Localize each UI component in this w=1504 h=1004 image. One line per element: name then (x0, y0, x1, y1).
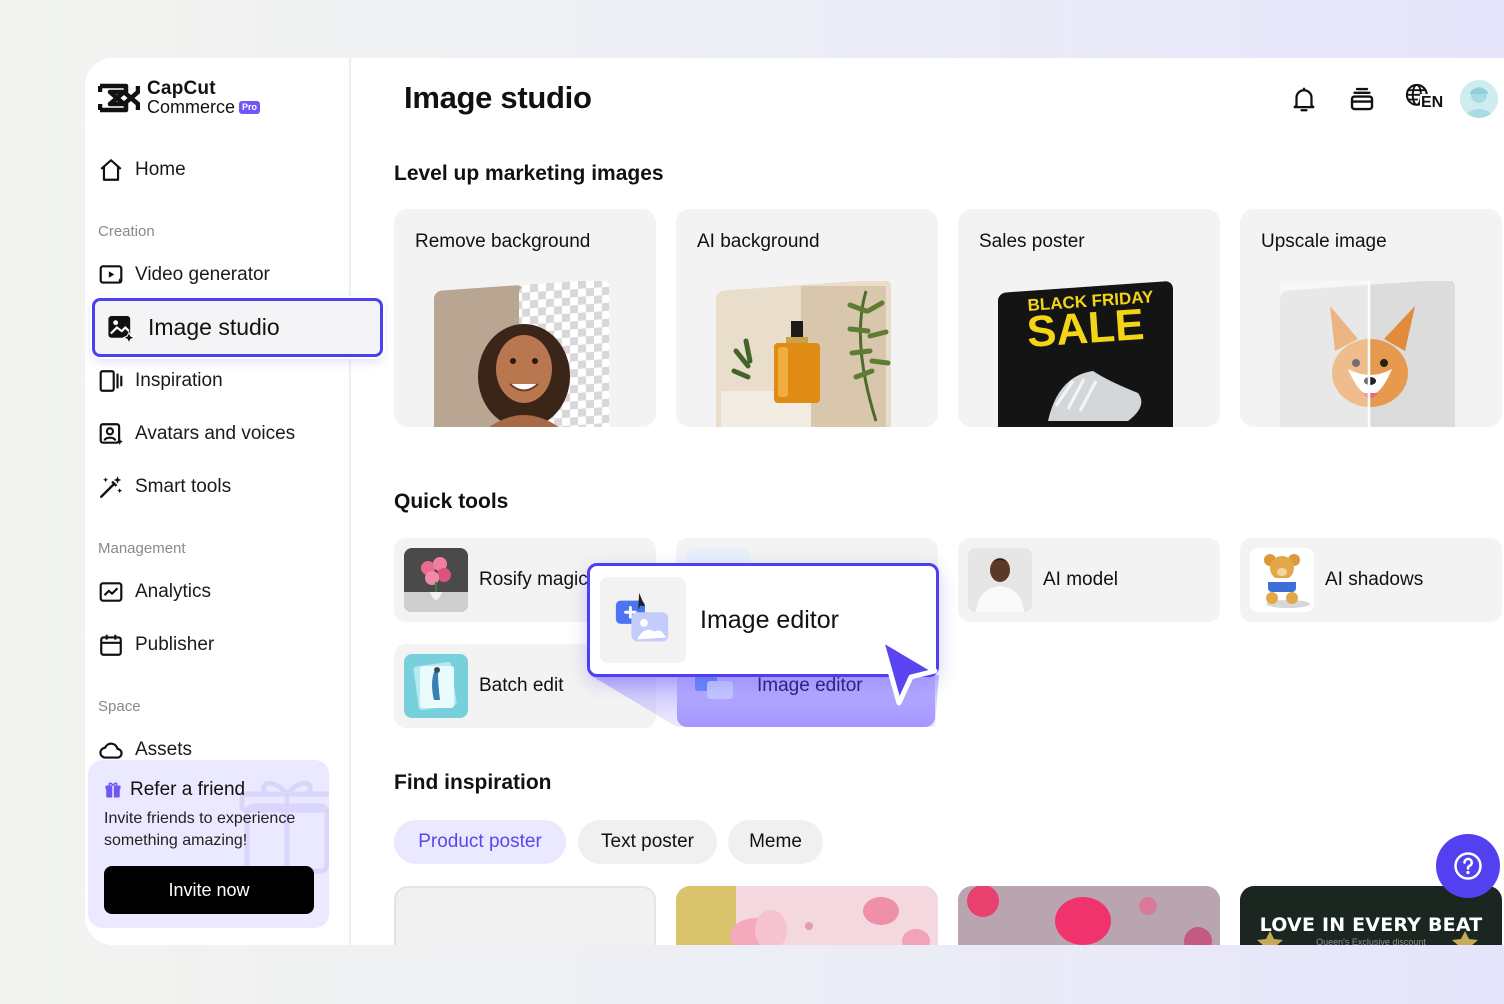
mouse-pointer-icon (878, 636, 938, 706)
logo-line-1: CapCut (147, 78, 216, 99)
section-title-find-inspiration: Find inspiration (394, 771, 552, 794)
sidebar-item-label: Assets (135, 739, 193, 760)
card-label: Remove background (415, 231, 591, 252)
inspiration-card[interactable] (676, 886, 938, 945)
quick-tool-ai-shadows[interactable]: AI shadows (1240, 538, 1502, 622)
card-label: AI background (697, 231, 820, 252)
language-code: EN (1420, 94, 1444, 111)
sneaker-poster-icon: BLACK FRIDAY SALE (998, 281, 1173, 427)
card-remove-background[interactable]: Remove background (394, 209, 656, 427)
invite-now-button[interactable]: Invite now (104, 866, 314, 914)
image-editor-source-label: Image editor (757, 675, 863, 696)
card-label: Sales poster (979, 231, 1085, 252)
capcut-commerce-logo[interactable]: CapCut Commerce Pro (98, 78, 261, 117)
section-title-marketing: Level up marketing images (394, 162, 664, 185)
avatar-icon (99, 423, 123, 445)
poster-headline: LOVE IN EVERY BEAT (1259, 914, 1483, 936)
sidebar-item-label: Image studio (148, 314, 280, 340)
question-icon (1454, 852, 1482, 880)
refer-title: Refer a friend (104, 779, 245, 801)
inspiration-card[interactable] (958, 886, 1220, 945)
poster-sale-text: SALE (1025, 300, 1145, 357)
rose-petals-poster-icon (958, 886, 1220, 945)
image-studio-icon (108, 316, 135, 342)
card-ai-background[interactable]: AI background (676, 209, 938, 427)
corgi-photo-icon (1280, 281, 1455, 427)
refer-title-text: Refer a friend (130, 779, 246, 800)
sidebar-item-label: Avatars and voices (135, 423, 296, 444)
sidebar-item-home[interactable]: Home (98, 155, 186, 185)
sidebar-item-inspiration[interactable]: Inspiration (98, 366, 223, 396)
sidebar-item-label: Home (135, 159, 186, 180)
gift-icon (105, 782, 121, 798)
quick-tool-label: Rosify magic (479, 569, 588, 590)
tab-product-poster[interactable]: Product poster (394, 820, 566, 864)
quick-tool-label: AI model (1043, 569, 1118, 590)
subscription-button[interactable] (1343, 80, 1381, 118)
sidebar-item-avatars-and-voices[interactable]: Avatars and voices (98, 419, 295, 449)
section-label-creation: Creation (98, 223, 155, 240)
section-label-space: Space (98, 698, 141, 715)
bell-icon (1293, 87, 1315, 112)
sidebar-item-image-studio[interactable]: Image studio (92, 298, 383, 357)
user-avatar-icon (1460, 80, 1498, 118)
sidebar-item-video-generator[interactable]: Video generator (98, 260, 270, 290)
video-generator-icon (99, 265, 123, 284)
tab-text-poster[interactable]: Text poster (578, 820, 717, 864)
image-editor-popup-label: Image editor (700, 605, 839, 634)
card-sales-poster[interactable]: Sales poster BLACK FRIDAY SALE (958, 209, 1220, 427)
magic-wand-icon (100, 476, 123, 498)
pro-badge: Pro (239, 100, 261, 114)
quick-tool-label: AI shadows (1325, 569, 1424, 590)
teddy-bear-icon (1250, 548, 1314, 612)
analytics-icon (99, 582, 123, 602)
inspiration-card[interactable] (394, 886, 656, 945)
sidebar: CapCut Commerce Pro Home Creation Video g… (85, 58, 383, 945)
tab-meme[interactable]: Meme (728, 820, 823, 864)
logo-line-2: Commerce (147, 97, 236, 117)
home-icon (100, 159, 122, 181)
help-button[interactable] (1436, 834, 1500, 898)
capcut-logo-icon (98, 83, 140, 113)
card-label: Upscale image (1261, 231, 1387, 252)
inspiration-icon (99, 370, 123, 392)
poster-subtext: Queen's Exclusive discount (1316, 937, 1426, 945)
layers-icon (1350, 87, 1374, 111)
image-editor-icon (615, 592, 669, 642)
rose-vase-icon (404, 548, 468, 612)
user-avatar[interactable] (1460, 80, 1498, 118)
sidebar-item-publisher[interactable]: Publisher (98, 630, 214, 660)
photo-stack-icon (404, 654, 468, 718)
sidebar-item-label: Smart tools (135, 476, 232, 497)
page-title: Image studio (404, 80, 592, 115)
refer-a-friend-card: Refer a friend Invite friends to experie… (88, 760, 329, 928)
quick-tool-ai-model[interactable]: AI model (958, 538, 1220, 622)
sidebar-item-label: Analytics (135, 581, 212, 602)
sidebar-item-label: Video generator (135, 264, 270, 285)
model-person-icon (968, 548, 1032, 612)
perfume-bottle-icon (716, 281, 891, 427)
quick-tool-label: Batch edit (479, 675, 564, 696)
sidebar-item-analytics[interactable]: Analytics (98, 577, 211, 607)
sidebar-item-smart-tools[interactable]: Smart tools (98, 472, 231, 502)
calendar-icon (100, 634, 122, 656)
app-window: CapCut Commerce Pro Home Creation Video g… (85, 58, 1504, 945)
sidebar-item-label: Inspiration (135, 370, 223, 391)
header-actions: EN (1285, 80, 1504, 118)
sidebar-item-label: Publisher (135, 634, 215, 655)
section-label-management: Management (98, 540, 186, 557)
card-upscale-image[interactable]: Upscale image (1240, 209, 1502, 427)
notifications-button[interactable] (1285, 80, 1323, 118)
flower-poster-icon (676, 886, 938, 945)
language-button[interactable]: EN (1404, 80, 1446, 118)
woman-portrait-cutout-icon (434, 281, 609, 427)
section-title-quick-tools: Quick tools (394, 490, 509, 513)
refer-description: Invite friends to experience something a… (104, 810, 296, 849)
